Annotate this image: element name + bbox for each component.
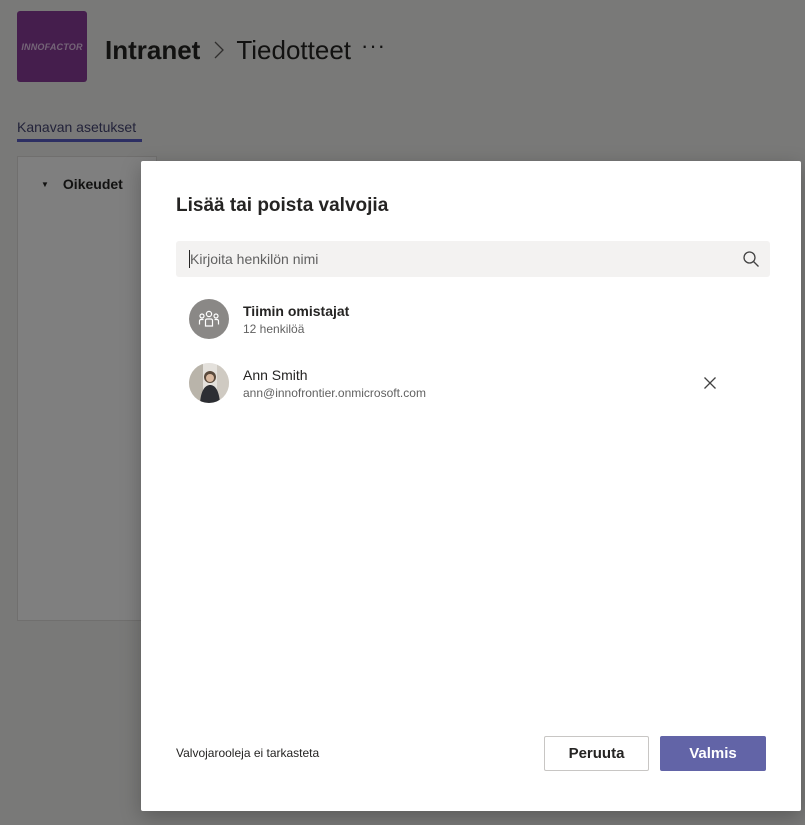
list-item-team-owners: Tiimin omistajat 12 henkilöä <box>189 299 769 339</box>
close-icon[interactable] <box>703 376 717 390</box>
text-cursor <box>189 250 190 268</box>
moderators-dialog: Lisää tai poista valvojia Tiimin omistaj… <box>141 161 801 811</box>
done-button[interactable]: Valmis <box>660 736 766 771</box>
search-box[interactable] <box>176 241 770 277</box>
member-subtitle: 12 henkilöä <box>243 321 305 336</box>
dialog-title: Lisää tai poista valvojia <box>176 195 389 216</box>
search-input[interactable] <box>176 241 716 277</box>
profile-photo <box>189 363 229 403</box>
avatar <box>189 363 229 403</box>
list-item-ann-smith: Ann Smith ann@innofrontier.onmicrosoft.c… <box>189 363 769 403</box>
member-email: ann@innofrontier.onmicrosoft.com <box>243 385 426 400</box>
search-icon[interactable] <box>742 250 760 268</box>
member-name: Ann Smith <box>243 366 308 383</box>
cancel-button[interactable]: Peruuta <box>544 736 649 771</box>
avatar <box>189 299 229 339</box>
member-name: Tiimin omistajat <box>243 302 350 319</box>
team-icon <box>198 310 220 327</box>
footer-note: Valvojarooleja ei tarkasteta <box>176 746 320 760</box>
